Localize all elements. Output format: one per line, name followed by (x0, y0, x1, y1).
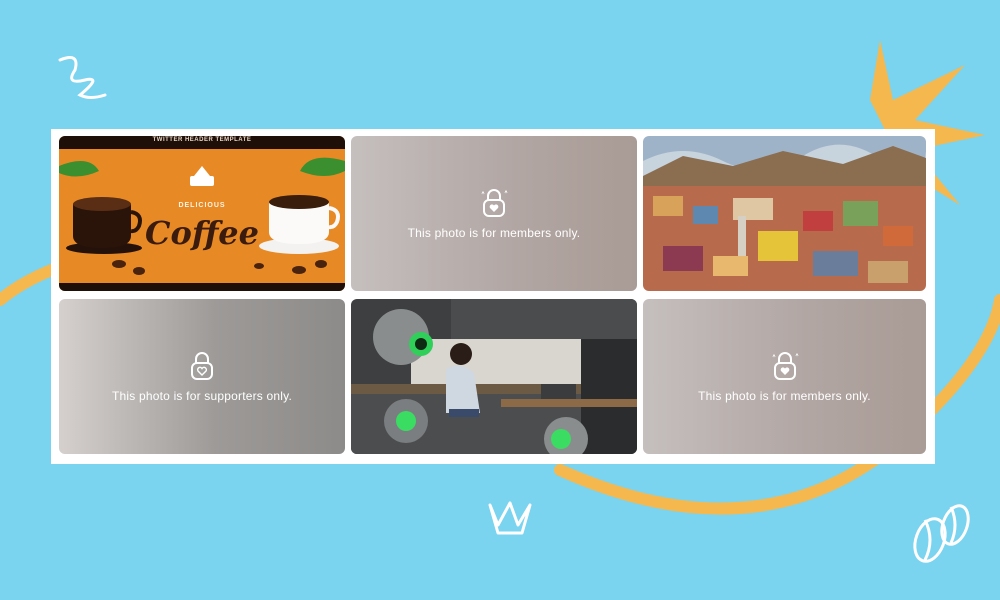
squiggle-doodle (58, 56, 107, 99)
leaf-right (300, 157, 345, 176)
robot-kitchen-image (351, 299, 637, 454)
banner-bottom-band (59, 283, 345, 291)
city-aerial-image (643, 136, 926, 291)
leaf-left (59, 161, 99, 177)
locked-photo-supporters[interactable]: This photo is for supporters only. (59, 299, 345, 454)
brand-logo-icon (194, 166, 210, 176)
gallery-photo-city[interactable] (643, 136, 926, 291)
gallery-photo-coffee[interactable]: TWITTER HEADER TEMPLATE DELICIOUS Coffee (59, 136, 345, 291)
locked-photo-members[interactable]: This photo is for members only. (351, 136, 637, 291)
coffee-beans-doodle (913, 504, 970, 563)
coffee-beans (112, 260, 327, 275)
locked-message: This photo is for members only. (407, 225, 581, 240)
gallery-photo-robots[interactable] (351, 299, 637, 454)
crown-doodle (488, 501, 532, 535)
banner-headline: Coffee (145, 214, 259, 252)
photo-gallery: TWITTER HEADER TEMPLATE DELICIOUS Coffee… (51, 129, 935, 464)
lock-heart-icon (481, 188, 508, 217)
banner-kicker: DELICIOUS (178, 202, 226, 209)
locked-photo-members[interactable]: This photo is for members only. (643, 299, 926, 454)
lock-heart-icon (191, 351, 213, 380)
locked-message: This photo is for members only. (698, 388, 871, 403)
lock-heart-icon (772, 351, 798, 380)
locked-message: This photo is for supporters only. (112, 388, 292, 403)
